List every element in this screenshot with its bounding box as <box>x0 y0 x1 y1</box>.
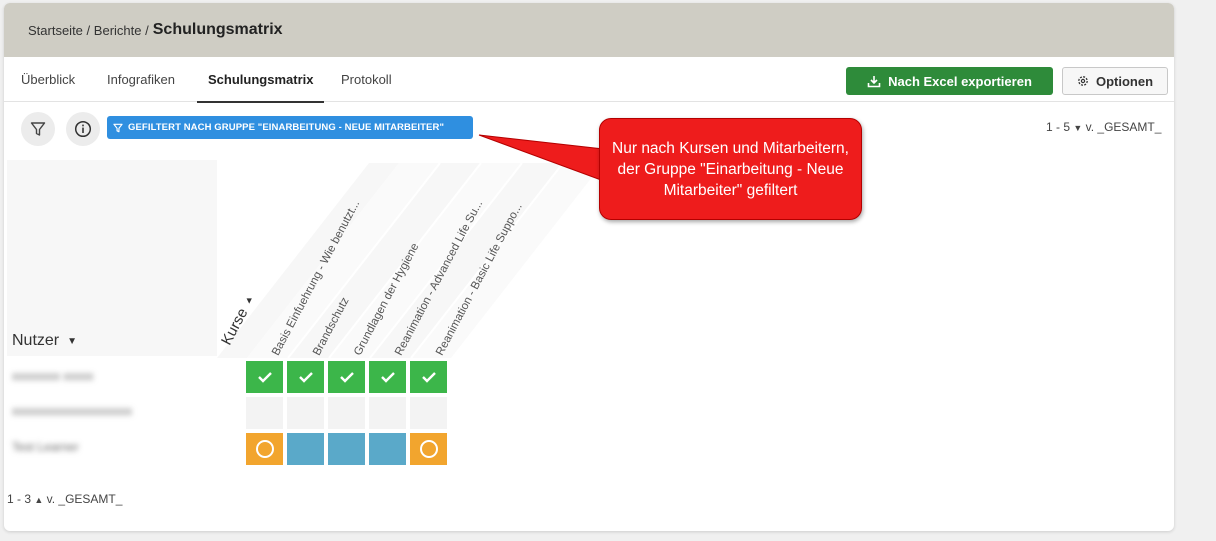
matrix-cell-done[interactable] <box>410 361 447 393</box>
checkmark-icon <box>421 372 436 383</box>
checkmark-icon <box>257 372 272 383</box>
matrix-cell-progress[interactable] <box>410 433 447 465</box>
pager-total: v. _GESAMT_ <box>46 492 123 506</box>
gear-icon <box>1078 76 1088 86</box>
options-button[interactable]: Optionen <box>1062 67 1168 95</box>
checkmark-icon <box>339 372 354 383</box>
circle-icon <box>419 440 438 458</box>
pager-total: v. _GESAMT_ <box>1085 120 1162 134</box>
matrix-cell-assigned[interactable] <box>369 433 406 465</box>
circle-icon <box>255 440 274 458</box>
caret-down-icon: ▼ <box>244 295 254 306</box>
matrix-cell-empty <box>287 397 324 429</box>
caret-down-icon: ▼ <box>67 335 78 347</box>
user-name-1[interactable]: xxxxxxxx xxxxx <box>12 369 93 383</box>
options-label: Optionen <box>1095 73 1154 89</box>
matrix-cell-assigned[interactable] <box>328 433 365 465</box>
annotation-callout: Nur nach Kursen und Mitarbeitern, der Gr… <box>599 118 862 220</box>
export-excel-button[interactable]: Nach Excel exportieren <box>846 67 1053 95</box>
matrix-cell-done[interactable] <box>287 361 324 393</box>
matrix-cell-done[interactable] <box>328 361 365 393</box>
matrix-cell-done[interactable] <box>369 361 406 393</box>
users-column-header[interactable]: Nutzer ▼ <box>12 332 77 350</box>
matrix-cell-empty <box>328 397 365 429</box>
matrix-cell-empty <box>410 397 447 429</box>
matrix-cell-done[interactable] <box>246 361 283 393</box>
export-icon <box>867 75 881 87</box>
matrix-cell-progress[interactable] <box>246 433 283 465</box>
matrix-cell-assigned[interactable] <box>287 433 324 465</box>
export-excel-label: Nach Excel exportieren <box>888 73 1032 89</box>
checkmark-icon <box>298 372 313 383</box>
pager-range: 1 - 3 <box>7 492 32 506</box>
pager-range: 1 - 5 <box>1046 120 1071 134</box>
pager-courses: 1 - 5 ▼ v. _GESAMT_ <box>1046 120 1161 134</box>
annotation-text: Nur nach Kursen und Mitarbeitern, der Gr… <box>612 139 849 199</box>
users-header-label: Nutzer <box>12 332 60 349</box>
caret-up-icon[interactable]: ▲ <box>34 495 43 505</box>
matrix-cell-empty <box>369 397 406 429</box>
caret-down-icon[interactable]: ▼ <box>1073 123 1082 133</box>
checkmark-icon <box>380 372 395 383</box>
matrix-cell-empty <box>246 397 283 429</box>
pager-users: 1 - 3 ▲ v. _GESAMT_ <box>7 492 122 506</box>
user-name-2[interactable]: xxxxxxxxxxxxxxxxxxxx <box>12 404 132 418</box>
user-name-3[interactable]: Test Learner <box>12 440 79 454</box>
